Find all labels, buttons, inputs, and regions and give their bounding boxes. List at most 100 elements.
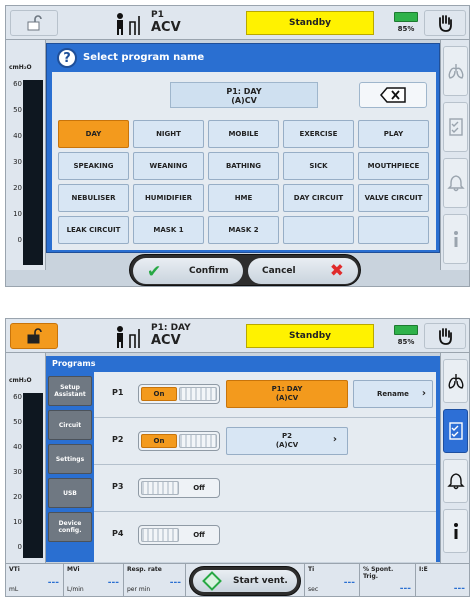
start-diamond-icon	[202, 571, 222, 591]
gauge-tick: 0	[17, 543, 22, 551]
program-name-line1: P1: DAY	[226, 87, 262, 96]
status-unit: sec	[308, 586, 319, 593]
status-label: MVi	[67, 566, 80, 573]
key-leak-circuit[interactable]: LEAK CIRCUIT	[58, 216, 129, 244]
nav-settings[interactable]: Settings	[48, 444, 92, 474]
program-label: P1	[112, 388, 124, 397]
key-empty	[358, 216, 429, 244]
monitoring-button[interactable]	[443, 46, 468, 96]
toggle-grip	[141, 481, 179, 495]
key-day[interactable]: DAY	[58, 120, 129, 148]
alarm-pause-button[interactable]	[424, 10, 466, 36]
program-name-screen: P1 ACV Standby 85% cmH₂O 60 50 40 30 20 …	[5, 5, 470, 287]
backspace-icon	[380, 87, 406, 103]
battery-icon	[394, 12, 418, 22]
key-day-circuit[interactable]: DAY CIRCUIT	[283, 184, 354, 212]
key-nebuliser[interactable]: NEBULISER	[58, 184, 129, 212]
gauge-tick: 40	[13, 132, 22, 140]
nav-setup-assistant[interactable]: Setup Assistant	[48, 376, 92, 406]
monitoring-button[interactable]	[443, 359, 468, 403]
unlock-button[interactable]	[10, 10, 58, 36]
gauge-tick: 10	[13, 518, 22, 526]
info-button[interactable]	[443, 509, 468, 553]
checklist-icon	[448, 118, 463, 136]
nav-device-config[interactable]: Device config.	[48, 512, 92, 542]
program-row-p1: P1 On P1: DAY (A)CV Rename ›	[94, 372, 436, 418]
bell-icon	[446, 473, 465, 490]
key-hme[interactable]: HME	[208, 184, 279, 212]
key-play[interactable]: PLAY	[358, 120, 429, 148]
key-mouthpiece[interactable]: MOUTHPIECE	[358, 152, 429, 180]
status-label: % Spont. Trig.	[363, 566, 394, 580]
unlock-icon	[27, 328, 42, 344]
status-value: ---	[453, 584, 465, 594]
key-mask-1[interactable]: MASK 1	[133, 216, 204, 244]
ventilation-mode: ACV	[151, 333, 181, 348]
chevron-right-icon: ›	[421, 388, 426, 399]
key-mobile[interactable]: MOBILE	[208, 120, 279, 148]
key-valve-circuit[interactable]: VALVE CIRCUIT	[358, 184, 429, 212]
gauge-tick: 0	[17, 236, 22, 244]
battery-indicator: 85%	[389, 325, 423, 347]
program-toggle-p1[interactable]: On	[138, 384, 220, 404]
pressure-gauge: cmH₂O 60 50 40 30 20 10 0	[6, 353, 46, 563]
key-humidifier[interactable]: HUMIDIFIER	[133, 184, 204, 212]
nav-usb[interactable]: USB	[48, 478, 92, 508]
settings-button[interactable]	[443, 409, 468, 453]
alarm-pause-button[interactable]	[424, 323, 466, 349]
lungs-icon	[448, 374, 463, 389]
status-spont-trig: % Spont. Trig. ---	[360, 564, 416, 596]
right-sidebar	[440, 40, 469, 270]
program-toggle-p2[interactable]: On	[138, 431, 220, 451]
rename-label: Rename	[377, 390, 409, 398]
program-button-p2[interactable]: P2 (A)CV ›	[226, 427, 348, 455]
info-icon	[453, 231, 458, 247]
key-weaning[interactable]: WEANING	[133, 152, 204, 180]
right-sidebar	[440, 353, 469, 563]
settings-button[interactable]	[443, 102, 468, 152]
cancel-label: Cancel	[262, 266, 296, 276]
unlock-button[interactable]	[10, 323, 58, 349]
bell-icon	[446, 175, 465, 192]
battery-percent: 85%	[397, 25, 415, 33]
dialog-body: P1: DAY (A)CV DAY NIGHT MOBILE EXERCISE …	[52, 72, 436, 250]
gauge-tick: 10	[13, 210, 22, 218]
program-name-line2: (A)CV	[275, 394, 299, 402]
key-bathing[interactable]: BATHING	[208, 152, 279, 180]
programs-title: Programs	[46, 356, 440, 372]
key-night[interactable]: NIGHT	[133, 120, 204, 148]
battery-percent: 85%	[397, 338, 415, 346]
info-icon	[453, 523, 458, 539]
status-label: Resp. rate	[127, 566, 162, 573]
pressure-unit: cmH₂O	[9, 377, 32, 384]
status-resp-rate: Resp. rate per min ---	[124, 564, 186, 596]
status-value: ---	[399, 584, 411, 594]
program-row-p2: P2 On P2 (A)CV ›	[94, 419, 436, 465]
key-exercise[interactable]: EXERCISE	[283, 120, 354, 148]
toggle-state: On	[141, 387, 177, 401]
alarms-button[interactable]	[443, 459, 468, 503]
program-toggle-p4[interactable]: Off	[138, 525, 220, 545]
toggle-state: On	[141, 434, 177, 448]
program-toggle-p3[interactable]: Off	[138, 478, 220, 498]
program-name-keys: DAY NIGHT MOBILE EXERCISE PLAY SPEAKING …	[58, 120, 430, 244]
active-program-code: P1: DAY	[151, 323, 191, 333]
alarms-button[interactable]	[443, 158, 468, 208]
top-bar: P1: DAY ACV Standby 85%	[6, 319, 469, 353]
program-button-p1[interactable]: P1: DAY (A)CV	[226, 380, 348, 408]
key-speaking[interactable]: SPEAKING	[58, 152, 129, 180]
key-sick[interactable]: SICK	[283, 152, 354, 180]
key-mask-2[interactable]: MASK 2	[208, 216, 279, 244]
cancel-button[interactable]: Cancel ✖	[248, 258, 358, 284]
status-label: Ti	[308, 566, 315, 573]
status-vti: VTi mL ---	[6, 564, 64, 596]
rename-button[interactable]: Rename ›	[353, 380, 433, 408]
close-icon: ✖	[329, 261, 344, 281]
confirm-button[interactable]: ✔ Confirm	[133, 258, 243, 284]
nav-circuit[interactable]: Circuit	[48, 410, 92, 440]
backspace-button[interactable]	[359, 82, 427, 108]
start-ventilation-button[interactable]: Start vent.	[189, 566, 301, 596]
info-button[interactable]	[443, 214, 468, 264]
program-name-line1: P1: DAY	[271, 385, 303, 393]
hand-icon	[439, 328, 452, 345]
